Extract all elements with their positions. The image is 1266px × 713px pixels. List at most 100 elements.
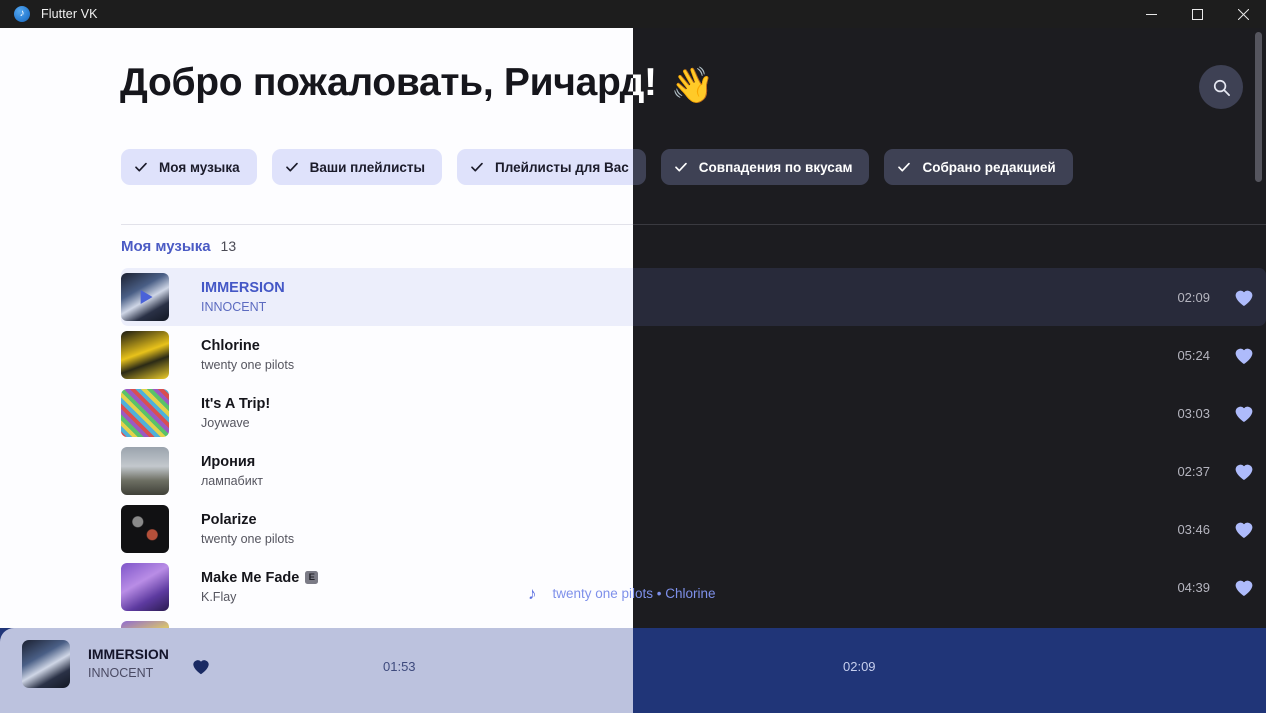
track-meta: Chlorine twenty one pilots	[201, 337, 294, 373]
track-title: Make Me Fade E	[201, 569, 319, 587]
heart-filled-icon	[1235, 464, 1253, 480]
section-count: 13	[220, 238, 237, 254]
player-track-artist: INNOCENT	[88, 666, 154, 681]
filter-chip-Моя музыка[interactable]: Моя музыка	[121, 149, 257, 185]
filter-chip-label: Моя музыка	[159, 159, 240, 175]
track-duration: 03:03	[1177, 405, 1210, 421]
track-row[interactable]: Ирония лампабикт 02:37	[121, 442, 1266, 500]
sidebar-item-label: Профиль	[15, 131, 66, 143]
filter-chip-Собрано редакцией[interactable]: Собрано редакцией	[884, 149, 1073, 185]
track-row[interactable]: For Good 02:50	[121, 616, 1266, 628]
player-content-light: IMMERSION INNOCENT 01:53 02:09	[0, 628, 633, 713]
track-row[interactable]: IMMERSION INNOCENT 02:09	[121, 268, 1266, 326]
sidebar: Музыка Профиль	[0, 28, 82, 628]
track-like-button[interactable]	[1232, 343, 1256, 367]
check-icon	[897, 160, 911, 174]
check-icon	[470, 160, 484, 174]
track-artist: twenty one pilots	[201, 357, 295, 372]
track-title: IMMERSION	[201, 279, 285, 296]
filter-chip-Ваши плейлисты[interactable]: Ваши плейлисты	[271, 149, 443, 185]
main-content: Добро пожаловать, Ричард! 👋 Моя музыка Ваш…	[82, 28, 1266, 628]
player-total-time: 02:09	[843, 659, 876, 674]
track-title: It's A Trip!	[201, 395, 271, 412]
album-cover	[121, 621, 169, 628]
waving-hand-icon: 👋	[670, 66, 715, 105]
track-meta: Make Me Fade E K.Flay	[201, 569, 319, 605]
now-playing-toast: ♪ twenty one pilots • Chlorine	[528, 585, 716, 602]
heart-filled-icon	[1235, 348, 1253, 364]
explicit-badge: E	[305, 571, 319, 585]
search-button[interactable]	[1199, 65, 1243, 109]
track-list-dark: IMMERSION INNOCENT 02:09 Chlorine twenty…	[121, 268, 1266, 628]
filter-chips-dark: Моя музыка Ваши плейлисты Плейлисты для Ва…	[121, 149, 1073, 185]
track-title: Chlorine	[201, 337, 260, 354]
track-row[interactable]: Chlorine twenty one pilots 05:24	[121, 326, 1266, 384]
window-title: Flutter VK	[41, 7, 98, 21]
sidebar-item-profile[interactable]: Профиль	[0, 95, 82, 143]
player-album-cover	[22, 640, 70, 688]
section-header: Моя музыка 13	[121, 238, 236, 255]
close-button[interactable]	[1220, 0, 1266, 28]
player-like-button[interactable]	[190, 655, 212, 682]
maximize-button[interactable]	[1174, 0, 1220, 28]
filter-chip-Плейлисты для Вас[interactable]: Плейлисты для Вас	[457, 149, 646, 185]
track-row[interactable]: It's A Trip! Joywave 03:03	[121, 384, 1266, 442]
track-title: Ирония	[201, 453, 256, 470]
player-bar: IMMERSION INNOCENT 01:53 02:09 IMMERSION…	[0, 628, 1266, 713]
track-artist: INNOCENT	[201, 299, 267, 314]
vertical-scrollbar[interactable]	[1255, 32, 1262, 182]
window-controls	[1128, 0, 1266, 28]
track-duration: 05:24	[1177, 347, 1210, 363]
page-title: Добро пожаловать, Ричард! 👋	[120, 61, 714, 106]
minimize-button[interactable]	[1128, 0, 1174, 28]
track-like-button[interactable]	[1232, 459, 1256, 483]
heart-filled-icon	[193, 660, 209, 675]
track-artist: twenty one pilots	[201, 531, 295, 546]
track-row[interactable]: Polarize twenty one pilots 03:46	[121, 500, 1266, 558]
heart-filled-icon	[1235, 290, 1253, 306]
play-overlay-icon	[121, 273, 169, 321]
player-track-meta: IMMERSION INNOCENT	[88, 645, 169, 681]
search-icon	[1213, 79, 1230, 96]
filter-chip-Совпадения по вкусам[interactable]: Совпадения по вкусам	[660, 149, 870, 185]
track-artist: K.Flay	[201, 589, 237, 604]
greeting-text: Добро пожаловать, Ричард!	[120, 61, 657, 104]
toast-text: twenty one pilots • Chlorine	[552, 586, 716, 601]
music-library-icon	[32, 45, 50, 64]
filter-chip-label: Собрано редакцией	[922, 159, 1056, 175]
album-cover	[121, 505, 169, 553]
heart-filled-icon	[1235, 580, 1253, 596]
music-note-icon: ♪	[528, 584, 537, 603]
heart-filled-icon	[1235, 406, 1253, 422]
check-icon	[674, 160, 688, 174]
filter-chip-label: Плейлисты для Вас	[495, 159, 629, 175]
track-meta: Polarize twenty one pilots	[201, 511, 294, 547]
filter-chip-label: Ваши плейлисты	[309, 159, 426, 175]
track-duration: 04:39	[1177, 579, 1210, 595]
section-divider	[121, 224, 1266, 225]
track-title: Polarize	[201, 511, 257, 528]
track-duration: 02:37	[1177, 463, 1210, 479]
track-duration: 02:09	[1177, 289, 1210, 305]
track-meta: Ирония лампабикт	[201, 453, 263, 489]
track-artist: Joywave	[201, 415, 250, 430]
album-cover	[121, 447, 169, 495]
track-meta: IMMERSION INNOCENT	[201, 279, 285, 315]
track-meta: It's A Trip! Joywave	[201, 395, 270, 431]
track-duration: 03:46	[1177, 521, 1210, 537]
player-elapsed-time: 01:53	[383, 659, 416, 674]
album-cover	[121, 389, 169, 437]
track-like-button[interactable]	[1232, 401, 1256, 425]
sidebar-item-label: Музыка	[19, 74, 62, 86]
player-track-title: IMMERSION	[88, 646, 169, 662]
heart-filled-icon	[1235, 522, 1253, 538]
album-cover	[121, 273, 169, 321]
sidebar-item-music[interactable]: Музыка	[0, 38, 82, 86]
track-like-button[interactable]	[1232, 575, 1256, 599]
player-light-overlay: IMMERSION INNOCENT 01:53 02:09	[0, 628, 633, 713]
title-bar: ♪ Flutter VK	[0, 0, 1266, 28]
track-like-button[interactable]	[1232, 285, 1256, 309]
track-like-button[interactable]	[1232, 517, 1256, 541]
filter-chip-label: Совпадения по вкусам	[698, 159, 853, 175]
sidebar-item-pill	[13, 95, 69, 127]
